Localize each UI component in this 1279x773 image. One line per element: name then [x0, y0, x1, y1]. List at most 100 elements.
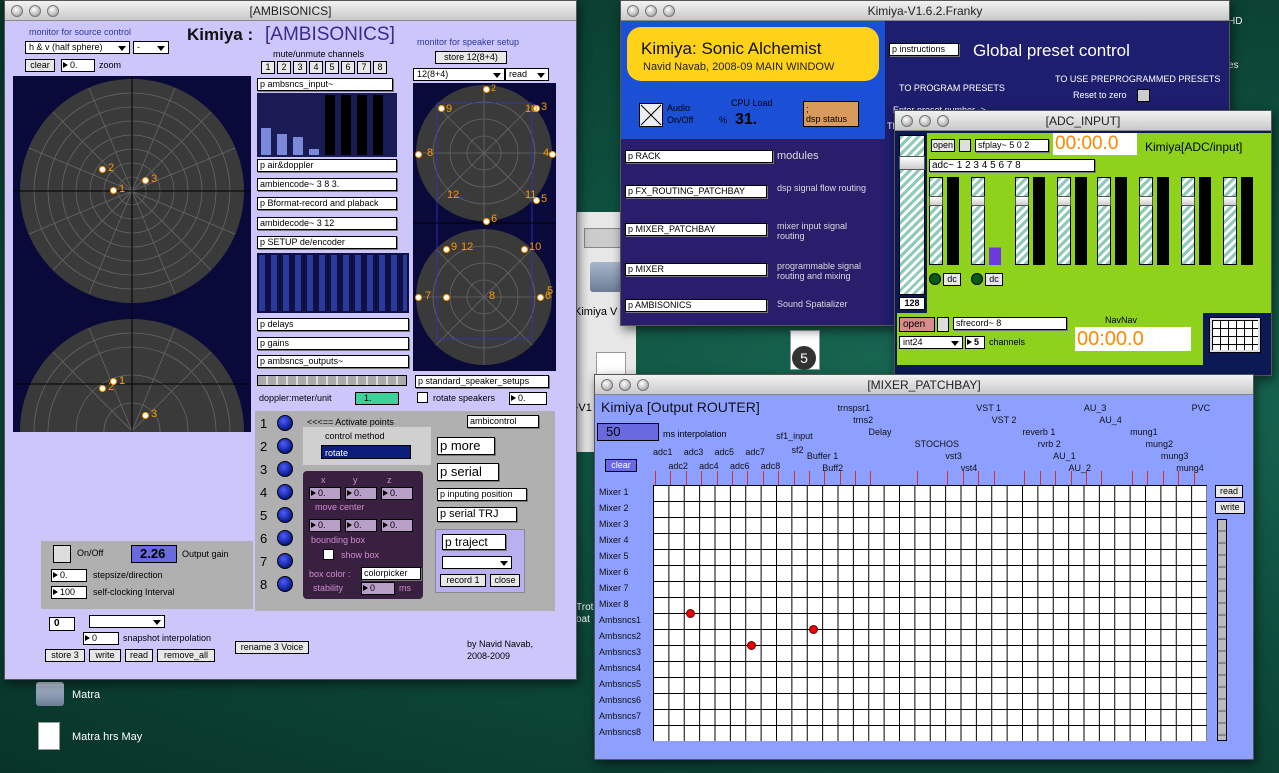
activate-point-7[interactable] — [277, 553, 293, 569]
reset-button[interactable] — [1137, 89, 1150, 102]
p-mixer[interactable]: p MIXER — [625, 263, 767, 276]
read-button[interactable]: read — [1215, 485, 1243, 498]
source-monitor[interactable]: 2 1 3 2 1 3 — [13, 76, 251, 543]
stability-number[interactable]: 0 — [361, 582, 395, 595]
channel-7-mute[interactable]: 7 — [357, 61, 371, 74]
show-box-checkbox[interactable] — [323, 549, 334, 560]
remove-all-button[interactable]: remove_all — [157, 649, 215, 662]
zoom-number[interactable]: 0. — [61, 59, 95, 72]
routing-matrix[interactable] — [653, 485, 1207, 741]
source-point-1[interactable] — [110, 187, 117, 194]
slider-knob[interactable] — [1181, 196, 1195, 206]
ambisonics-titlebar[interactable]: [AMBISONICS] — [5, 1, 576, 21]
p-setup-decoder[interactable]: p SETUP de/encoder — [257, 236, 397, 249]
speaker-point[interactable] — [521, 246, 528, 253]
channel-slider[interactable] — [1181, 177, 1195, 265]
store-speaker-button[interactable]: store 12(8+4) — [435, 51, 507, 64]
play-toggle[interactable] — [959, 139, 971, 152]
minimize-icon[interactable] — [919, 115, 931, 127]
p-fx-routing[interactable]: p FX_ROUTING_PATCHBAY — [625, 185, 767, 198]
onoff-toggle[interactable] — [53, 545, 71, 563]
source-point-2-lower[interactable] — [99, 385, 106, 392]
minimize-icon[interactable] — [619, 379, 631, 391]
adc-object[interactable]: adc~ 1 2 3 4 5 6 7 8 — [929, 159, 1095, 172]
speaker-point[interactable] — [537, 294, 544, 301]
matrix-thumbnail[interactable] — [1209, 317, 1261, 353]
folder-icon[interactable] — [590, 262, 622, 292]
write-button[interactable]: write — [1215, 501, 1245, 514]
activate-point-8[interactable] — [277, 576, 293, 592]
channel-6-mute[interactable]: 6 — [341, 61, 355, 74]
output-gain-number[interactable]: 2.26 — [131, 545, 177, 563]
stepsize-number[interactable]: 0. — [51, 569, 87, 582]
file-label[interactable]: Matra hrs May — [72, 731, 142, 743]
audio-toggle[interactable] — [639, 103, 663, 127]
write-button[interactable]: write — [89, 649, 121, 662]
channel-slider[interactable] — [1223, 177, 1237, 265]
close-icon[interactable] — [627, 5, 639, 17]
activate-point-2[interactable] — [277, 438, 293, 454]
finder-item-label[interactable]: Kimiya V — [576, 306, 617, 318]
ambidecode-object[interactable]: ambidecode~ 3 12 — [257, 217, 397, 230]
ambiencode-object[interactable]: ambiencode~ 3 8 3. — [257, 178, 397, 191]
activate-point-6[interactable] — [277, 530, 293, 546]
p-air-doppler[interactable]: p air&doppler — [257, 159, 397, 172]
rename-voice-button[interactable]: rename 3 Voice — [235, 641, 309, 654]
p-delays[interactable]: p delays — [257, 318, 409, 331]
patchbay-titlebar[interactable]: [MIXER_PATCHBAY] — [595, 375, 1253, 395]
source-point-1-lower[interactable] — [110, 378, 117, 385]
read-button[interactable]: read — [125, 649, 153, 662]
channel-slider[interactable] — [971, 177, 985, 265]
channel-2-mute[interactable]: 2 — [277, 61, 291, 74]
record-open-button[interactable]: open — [899, 317, 935, 332]
channel-slider[interactable] — [929, 177, 943, 265]
channel-slider[interactable] — [1015, 177, 1029, 265]
speaker-point[interactable] — [443, 294, 450, 301]
bbox-x[interactable]: 0. — [309, 519, 341, 532]
bit-depth-menu[interactable]: int24 — [899, 336, 963, 349]
slider-knob[interactable] — [899, 156, 925, 170]
source-point-3-lower[interactable] — [142, 412, 149, 419]
source-point-2[interactable] — [99, 166, 106, 173]
p-more[interactable]: p more — [437, 437, 495, 455]
speaker-point[interactable] — [443, 246, 450, 253]
adc-titlebar[interactable]: [ADC_INPUT] — [895, 111, 1271, 131]
center-z[interactable]: 0. — [381, 487, 413, 500]
channels-number[interactable]: 5 — [965, 336, 985, 349]
bbox-z[interactable]: 0. — [381, 519, 413, 532]
main-titlebar[interactable]: Kimiya-V1.6.2.Franky — [621, 1, 1229, 21]
speaker-point[interactable] — [533, 197, 540, 204]
channel-1-mute[interactable]: 1 — [261, 61, 275, 74]
zoom-icon[interactable] — [663, 5, 675, 17]
speaker-point[interactable] — [415, 294, 422, 301]
close-icon[interactable] — [11, 5, 23, 17]
ambicontrol-object[interactable]: ambicontrol — [467, 415, 539, 428]
record-toggle[interactable] — [937, 317, 949, 332]
p-inputing-position[interactable]: p inputing position — [437, 488, 527, 501]
slider-knob[interactable] — [971, 196, 985, 206]
colorpicker[interactable]: colorpicker — [361, 567, 421, 580]
clear-button[interactable]: clear — [605, 459, 637, 472]
p-traject[interactable]: p traject — [442, 534, 506, 550]
activate-point-1[interactable] — [277, 415, 293, 431]
activate-point-5[interactable] — [277, 507, 293, 523]
p-mixer-patchbay[interactable]: p MIXER_PATCHBAY — [625, 223, 767, 236]
source-mode-menu-2[interactable]: - — [133, 41, 169, 54]
close-button[interactable]: close — [490, 574, 520, 587]
file-icon[interactable] — [38, 722, 60, 750]
dsp-status-button[interactable]: ; dsp status — [803, 101, 859, 127]
snapshot-menu[interactable] — [89, 615, 165, 628]
channel-3-mute[interactable]: 3 — [293, 61, 307, 74]
clear-button[interactable]: clear — [25, 59, 55, 72]
store-button[interactable]: store 3 — [45, 649, 85, 662]
p-ambsncs-input[interactable]: p ambsncs_input~ — [257, 78, 393, 91]
snapshot-number[interactable]: 0 — [49, 617, 75, 631]
finder-item-label-2[interactable]: ~V1 — [576, 402, 592, 414]
p-instructions[interactable]: p instructions — [889, 43, 959, 56]
p-rack[interactable]: p RACK — [625, 150, 773, 163]
master-value[interactable]: 128 — [899, 297, 925, 310]
dc-led-1[interactable] — [929, 273, 941, 285]
p-standard-speaker-setups[interactable]: p standard_speaker_setups — [415, 375, 549, 388]
slider-knob[interactable] — [1097, 196, 1111, 206]
zoom-icon[interactable] — [47, 5, 59, 17]
